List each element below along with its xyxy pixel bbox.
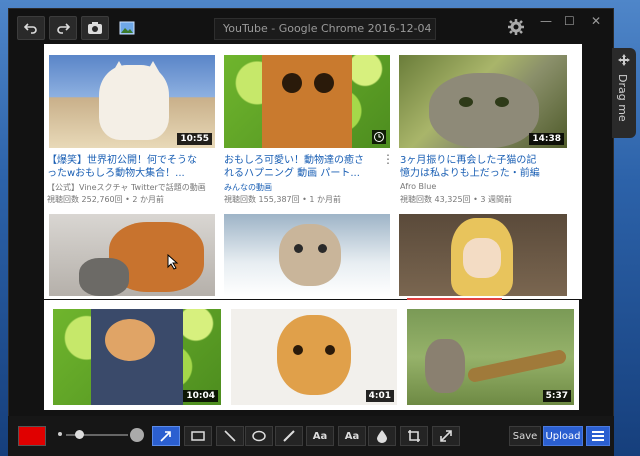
video-thumbnail[interactable]: 10:04 bbox=[53, 309, 221, 405]
redo-button[interactable] bbox=[49, 16, 77, 40]
arrow-tool-button[interactable] bbox=[152, 426, 180, 446]
size-slider-thumb[interactable] bbox=[75, 430, 84, 439]
save-button[interactable]: Save bbox=[509, 426, 541, 446]
image-button[interactable] bbox=[113, 16, 141, 40]
text-outline-tool-button[interactable]: Aa bbox=[338, 426, 366, 446]
drag-label: Drag me bbox=[616, 74, 629, 122]
resize-icon bbox=[440, 430, 452, 442]
redo-icon bbox=[57, 23, 70, 34]
undo-icon bbox=[24, 23, 37, 34]
video-thumbnail[interactable] bbox=[399, 214, 567, 296]
video-thumbnail[interactable]: 4:01 bbox=[231, 309, 397, 405]
size-large-dot bbox=[130, 428, 144, 442]
crop-icon bbox=[408, 430, 420, 442]
video-thumbnail[interactable]: 5:37 bbox=[407, 309, 574, 405]
text-tool-button[interactable]: Aa bbox=[306, 426, 334, 446]
video-thumbnail[interactable] bbox=[224, 214, 390, 296]
video-title[interactable]: 3ヶ月振りに再会した子猫の記 bbox=[400, 154, 575, 167]
video-thumbnail[interactable]: 14:38 bbox=[399, 55, 567, 148]
size-small-dot bbox=[58, 432, 62, 436]
video-duration: 10:55 bbox=[177, 133, 212, 145]
video-channel[interactable]: みんなの動画 bbox=[224, 182, 399, 193]
maximize-icon[interactable]: ☐ bbox=[564, 14, 575, 28]
more-icon[interactable]: ⋮ bbox=[382, 153, 394, 165]
pen-tool-button[interactable] bbox=[275, 426, 303, 446]
arrow-tool-icon bbox=[160, 431, 171, 442]
menu-button[interactable] bbox=[586, 426, 610, 446]
captured-page: 10:55 14:38 【爆笑】世界初公開！何でそうな ったwおもしろ動物大集合… bbox=[44, 44, 582, 300]
video-duration: 4:01 bbox=[365, 390, 394, 402]
video-duration: 14:38 bbox=[529, 133, 564, 145]
minimize-icon[interactable]: — bbox=[540, 14, 552, 28]
undo-button[interactable] bbox=[17, 16, 45, 40]
crop-tool-button[interactable] bbox=[400, 426, 428, 446]
video-thumbnail[interactable] bbox=[49, 214, 215, 296]
blur-tool-button[interactable] bbox=[368, 426, 396, 446]
window-title: YouTube - Google Chrome 2016-12-04 06. bbox=[214, 18, 436, 40]
blur-tool-icon bbox=[377, 430, 387, 443]
video-thumbnail[interactable]: 10:55 bbox=[49, 55, 215, 148]
gear-icon[interactable] bbox=[507, 18, 525, 36]
capture-button[interactable] bbox=[81, 16, 109, 40]
video-thumbnail[interactable] bbox=[224, 55, 390, 148]
clock-icon[interactable] bbox=[372, 130, 386, 144]
ellipse-tool-button[interactable] bbox=[245, 426, 273, 446]
video-title-line2[interactable]: れるハプニング 動画 パート... bbox=[224, 167, 376, 180]
video-meta: 視聴回数 155,387回 • 1 か月前 bbox=[224, 195, 342, 204]
video-title-line2[interactable]: ったwおもしろ動物大集合！... bbox=[47, 167, 222, 180]
video-title[interactable]: 【爆笑】世界初公開！何でそうな bbox=[47, 154, 222, 167]
captured-page-lower: 10:04 4:01 5:37 bbox=[44, 300, 579, 410]
line-tool-icon bbox=[224, 430, 236, 442]
text-tool-icon: Aa bbox=[312, 430, 328, 442]
video-title-line2[interactable]: 憶力は私よりも上だった・前編 bbox=[400, 167, 575, 180]
color-picker[interactable] bbox=[18, 426, 46, 446]
move-icon bbox=[618, 54, 630, 66]
video-duration: 5:37 bbox=[542, 390, 571, 402]
image-icon bbox=[119, 21, 135, 35]
video-channel[interactable]: Afro Blue bbox=[400, 182, 575, 191]
video-meta: 視聴回数 252,760回 • 2 か月前 bbox=[47, 195, 165, 204]
video-title[interactable]: おもしろ可愛い！動物達の癒さ bbox=[224, 154, 376, 167]
upload-button[interactable]: Upload bbox=[543, 426, 583, 446]
video-channel[interactable]: 【公式】Vineスクチャ Twitterで話題の動画 bbox=[47, 182, 222, 193]
menu-icon bbox=[592, 431, 604, 441]
text-outline-tool-icon: Aa bbox=[344, 430, 360, 442]
video-meta: 視聴回数 43,325回 • 3 週間前 bbox=[400, 195, 512, 204]
ellipse-tool-icon bbox=[252, 430, 266, 442]
line-tool-button[interactable] bbox=[216, 426, 244, 446]
camera-icon bbox=[88, 22, 102, 34]
rectangle-tool-icon bbox=[191, 431, 205, 441]
cursor-icon bbox=[167, 254, 179, 270]
resize-tool-button[interactable] bbox=[432, 426, 460, 446]
pen-tool-icon bbox=[283, 430, 295, 442]
drag-handle[interactable]: Drag me bbox=[612, 48, 636, 138]
close-icon[interactable]: ✕ bbox=[591, 14, 601, 28]
rectangle-tool-button[interactable] bbox=[184, 426, 212, 446]
video-duration: 10:04 bbox=[183, 390, 218, 402]
